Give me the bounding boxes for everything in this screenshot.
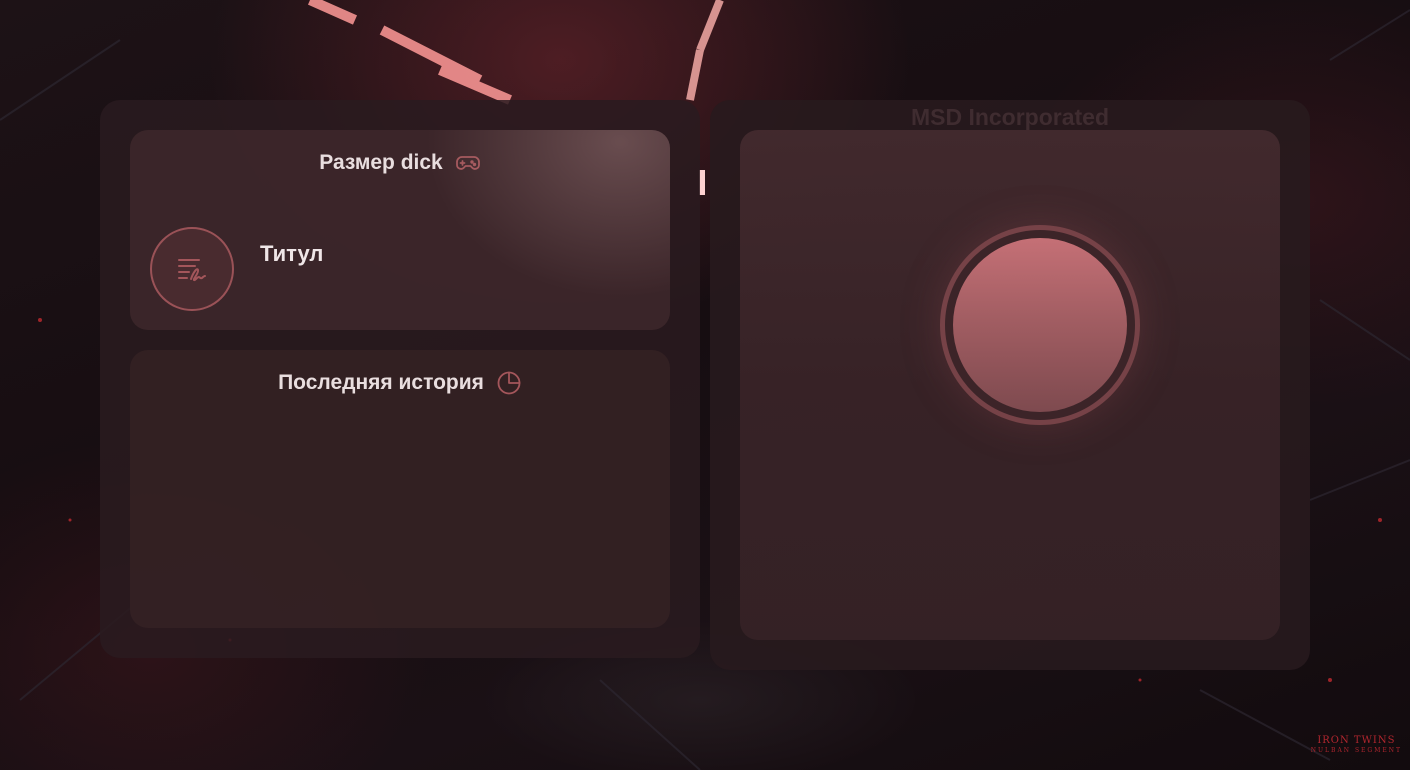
brand-label: MSD Incorporated	[910, 104, 1110, 130]
size-card-header: Размер dick	[130, 150, 670, 176]
title-item[interactable]: Титул	[150, 227, 323, 311]
main-circle-button[interactable]	[940, 225, 1140, 425]
size-card: Размер dick Титул	[130, 130, 670, 330]
history-card: Последняя история	[130, 350, 670, 628]
title-label: Титул	[260, 241, 324, 266]
right-panel: MSD Incorporated	[710, 100, 1310, 670]
main-circle-face	[953, 238, 1127, 412]
main-circle-ring	[945, 230, 1135, 420]
watermark-line2: NULBAN SEGMENT	[1310, 746, 1402, 754]
watermark-logo: IRON TWINS NULBAN SEGMENT	[1311, 735, 1402, 754]
watermark-line1: IRON TWINS	[1317, 734, 1396, 746]
left-panel: Размер dick Титул Последняя история	[100, 100, 700, 658]
gamepad-icon	[455, 150, 481, 176]
main-card	[740, 130, 1280, 640]
pie-clock-icon	[496, 370, 522, 396]
history-card-header: Последняя история	[130, 370, 670, 396]
size-card-title: Размер dick	[319, 151, 443, 174]
history-card-title: Последняя история	[278, 371, 484, 394]
signature-list-icon	[150, 227, 234, 311]
